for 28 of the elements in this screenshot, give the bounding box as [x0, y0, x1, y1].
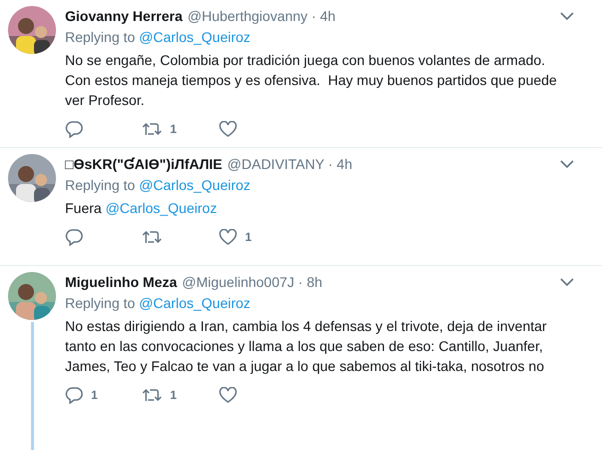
retweet-count: 1 — [170, 388, 177, 402]
tweet-text: No se engañe, Colombia por tradición juega con buenos volantes de armado. Con estos maneja tiempos y es ofensiva. Hay muy buenos partidos que puede ver Profesor. — [65, 51, 558, 110]
replying-label: Replying to — [65, 177, 136, 193]
retweet-icon[interactable] — [142, 229, 162, 245]
replying-label: Replying to — [65, 29, 136, 45]
replying-label: Replying to — [65, 295, 136, 311]
reply-icon[interactable] — [65, 120, 83, 138]
user-handle: @Huberthgiovanny · 4h — [188, 8, 336, 24]
retweet-icon[interactable] — [142, 121, 162, 137]
tweet-text: Fuera @Carlos_Queiroz — [65, 199, 218, 218]
reply-count: 1 — [91, 388, 98, 402]
retweet-count: 1 — [170, 122, 177, 136]
chevron-down-icon[interactable] — [560, 160, 574, 168]
heart-icon[interactable] — [219, 121, 237, 137]
chevron-down-icon[interactable] — [560, 278, 574, 286]
tweet-text: No estas dirigiendo a Iran, cambia los 4 defensas y el trivote, deja de inventar tanto en las convocaciones y llama a los que saben de eso: Cantillo, Juanfer, James, Teo y Falcao te van a jugar a lo que sabemos al tiki-taka, nosotros no — [65, 317, 548, 376]
heart-icon[interactable] — [219, 387, 237, 403]
user-handle: @DADIVITANY · 4h — [227, 156, 352, 172]
user-name[interactable]: □ƟsKR("ƓAIƟ")iЛfAЛIE — [65, 156, 222, 172]
chevron-down-icon[interactable] — [560, 12, 574, 20]
user-name[interactable]: Giovanny Herrera — [65, 8, 182, 24]
like-count: 1 — [245, 230, 252, 244]
retweet-icon[interactable] — [142, 387, 162, 403]
reply-icon[interactable] — [65, 228, 83, 246]
reply-icon[interactable] — [65, 386, 83, 404]
user-name[interactable]: Miguelinho Meza — [65, 274, 177, 290]
user-handle: @Miguelinho007J · 8h — [182, 274, 322, 290]
heart-icon[interactable] — [219, 229, 237, 245]
